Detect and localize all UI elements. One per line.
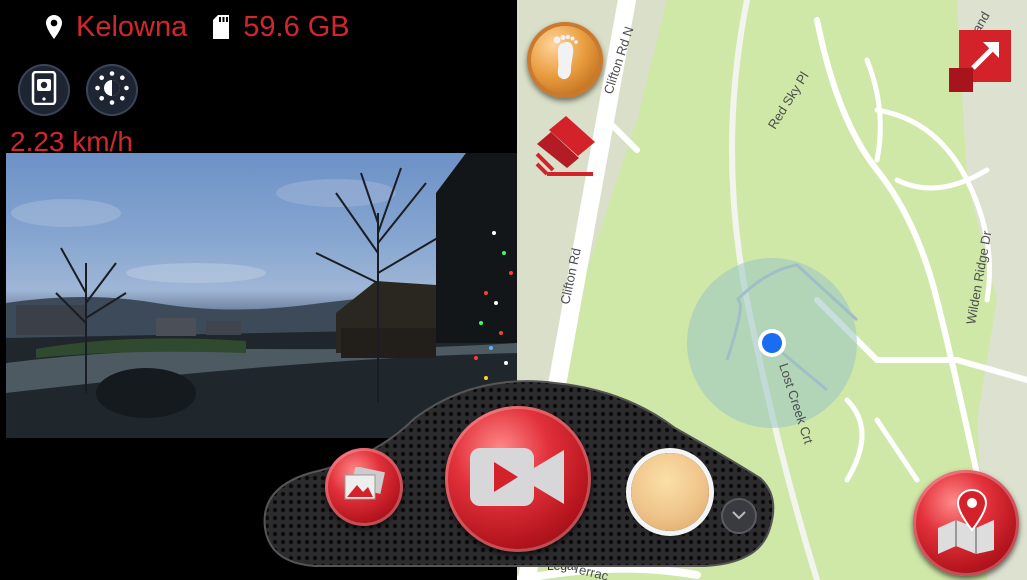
storage-label: 59.6 GB — [243, 11, 350, 43]
map-layers-icon — [533, 116, 599, 186]
footprint-icon — [548, 34, 582, 87]
footprint-button[interactable] — [527, 22, 603, 98]
capture-dock — [255, 378, 780, 568]
location-pin-icon — [42, 13, 66, 41]
map-view-button[interactable] — [913, 470, 1019, 576]
switch-camera-button[interactable] — [18, 64, 70, 116]
road-label: Red Sky Pl — [765, 69, 812, 132]
capture-button[interactable] — [631, 453, 709, 531]
expand-button[interactable] — [949, 30, 1011, 92]
brightness-icon — [94, 70, 130, 111]
gallery-button[interactable] — [325, 448, 403, 526]
map-pin-icon — [934, 488, 998, 559]
location-label: Kelowna — [76, 11, 188, 43]
sd-card-icon — [209, 13, 233, 41]
chevron-down-icon — [732, 507, 746, 525]
camera-controls — [18, 64, 138, 116]
brightness-button[interactable] — [86, 64, 138, 116]
status-bar: Kelowna 59.6 GB — [42, 10, 350, 44]
expand-dock-button[interactable] — [721, 498, 757, 534]
video-camera-icon — [468, 444, 568, 515]
current-location-dot — [762, 333, 782, 353]
phone-camera-icon — [31, 70, 57, 110]
photo-gallery-icon — [343, 465, 385, 508]
map-layers-button[interactable] — [533, 112, 599, 182]
expand-arrow-icon — [949, 30, 1011, 96]
record-button[interactable] — [445, 406, 591, 552]
